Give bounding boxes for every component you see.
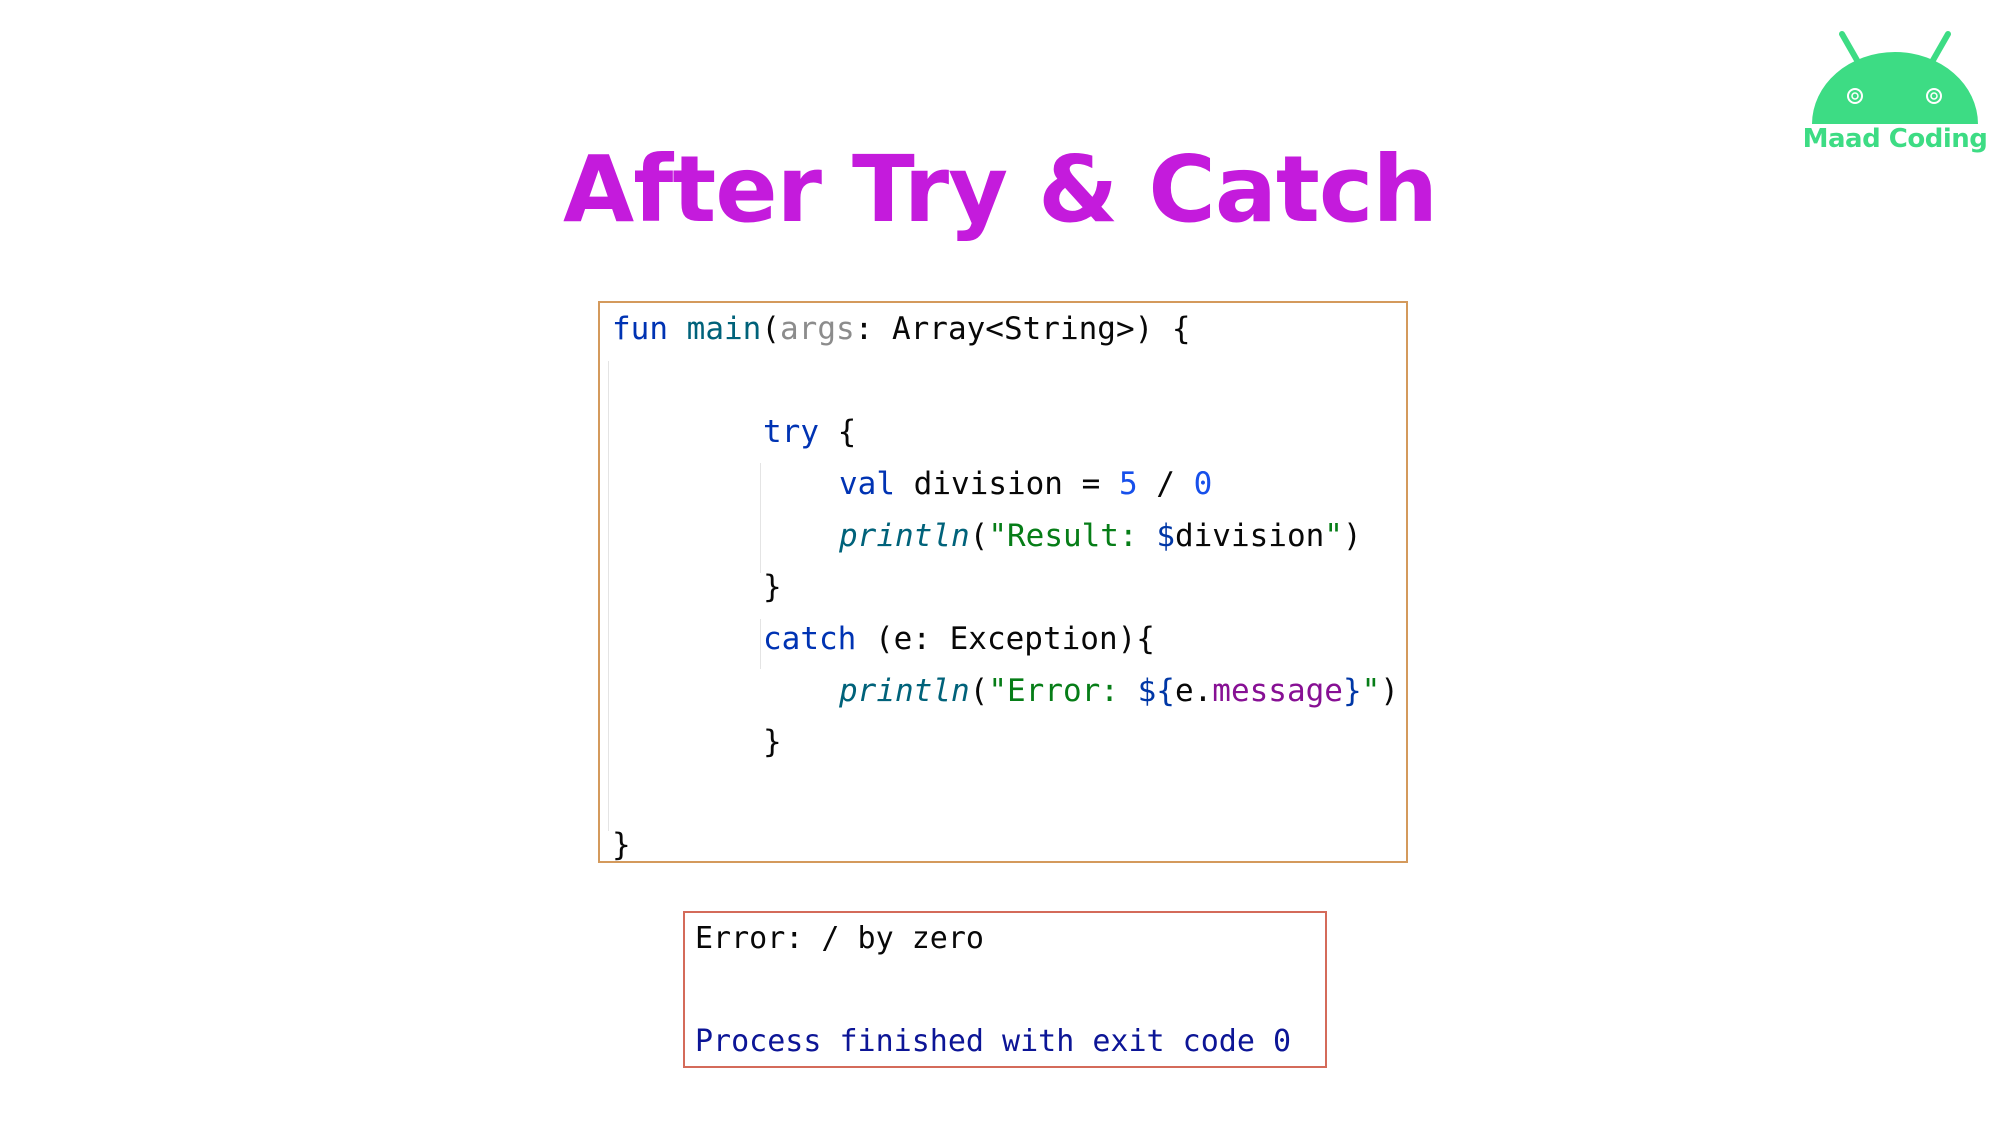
code-line-try: try { xyxy=(763,414,857,450)
code-line-close-catch: } xyxy=(763,724,782,760)
output-process-line: Process finished with exit code 0 xyxy=(695,1024,1292,1059)
slide-title: After Try & Catch xyxy=(563,136,1438,243)
code-line-println-result: println("Result: $division") xyxy=(839,518,1362,554)
logo-text: Maad Coding xyxy=(1802,124,1988,154)
code-line-close-try: } xyxy=(763,569,782,605)
code-line-println-error: println("Error: ${e.message}") xyxy=(839,673,1399,709)
code-line-close-main: } xyxy=(612,827,631,863)
indent-guide xyxy=(608,361,609,831)
maad-coding-logo: Maad Coding xyxy=(1800,26,1990,166)
indent-guide xyxy=(760,619,761,669)
output-panel: Error: / by zero Process finished with e… xyxy=(683,911,1327,1068)
code-line-catch: catch (e: Exception){ xyxy=(763,621,1155,657)
indent-guide xyxy=(760,463,761,573)
code-line-val: val division = 5 / 0 xyxy=(839,466,1213,502)
output-error-line: Error: / by zero xyxy=(695,921,984,956)
code-line-1: fun main(args: Array<String>) { xyxy=(612,311,1191,347)
android-head-icon xyxy=(1812,31,1978,125)
code-panel: fun main(args: Array<String>) { try { va… xyxy=(598,301,1408,863)
